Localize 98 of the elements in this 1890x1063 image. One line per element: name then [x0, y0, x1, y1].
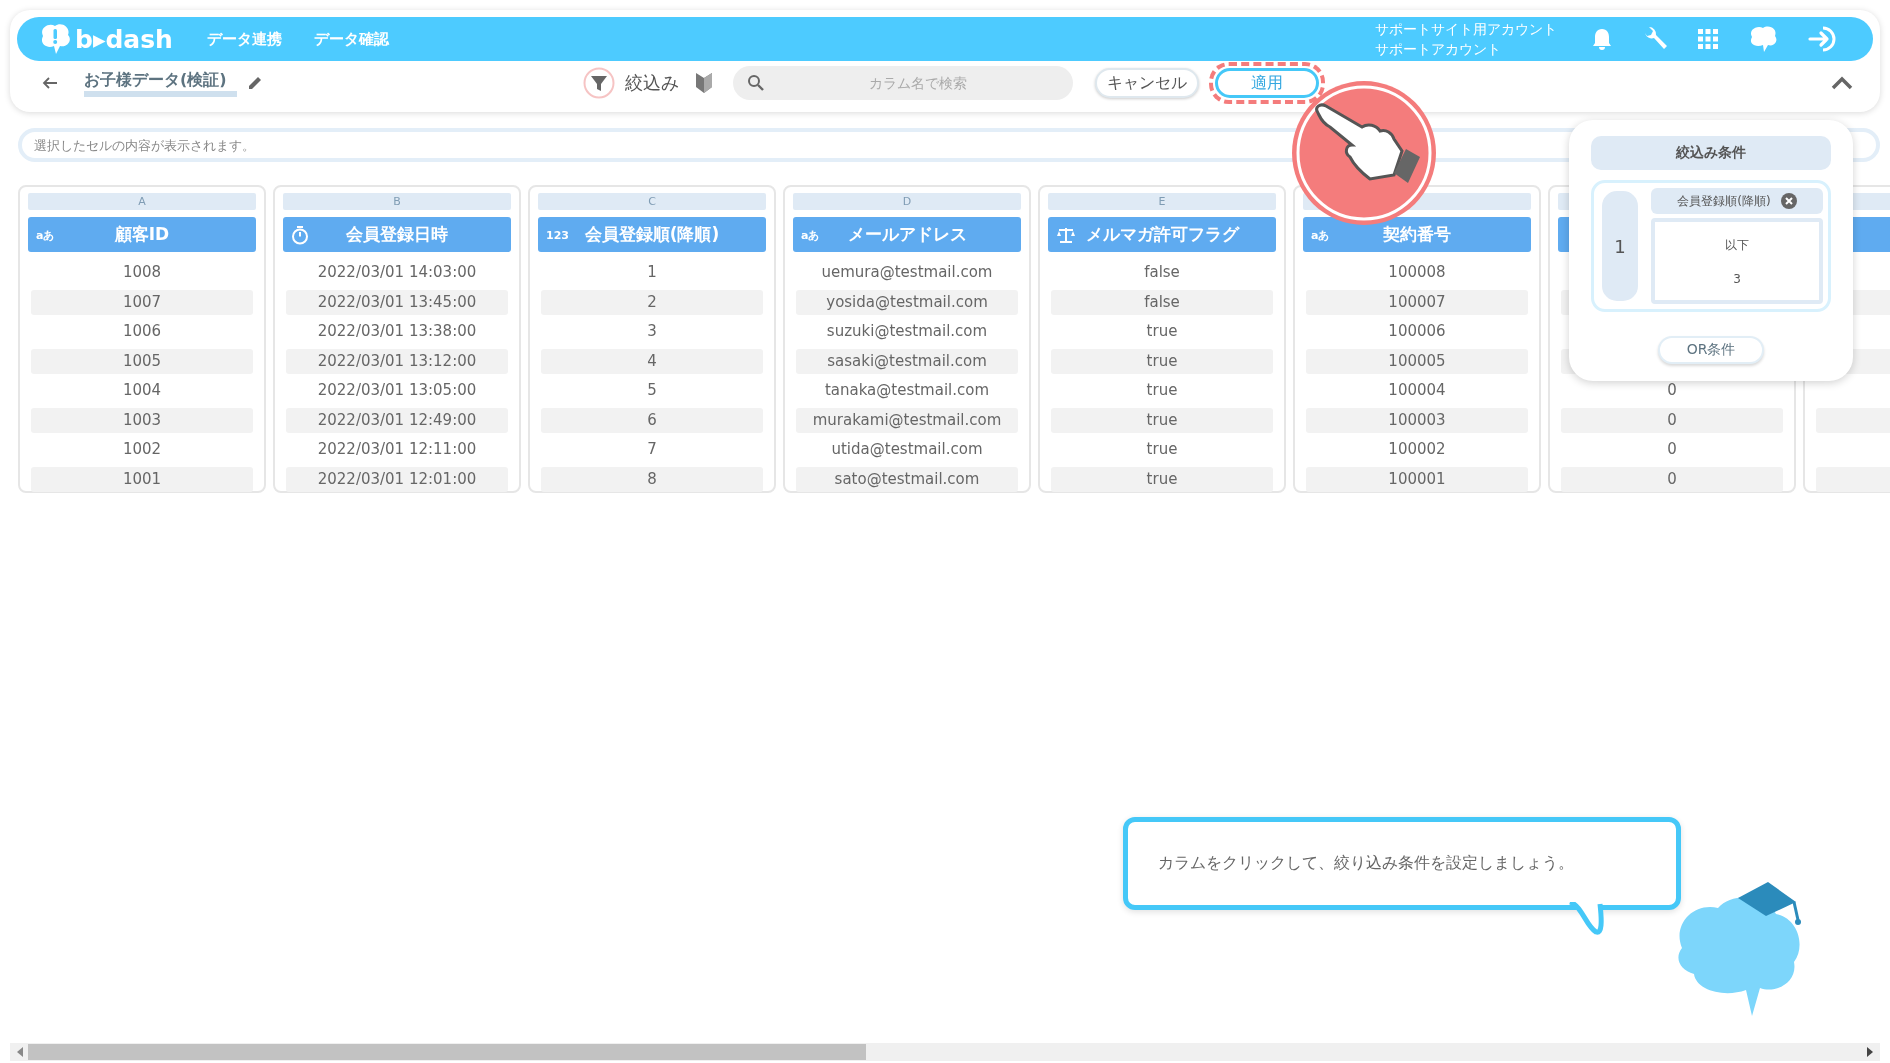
table-cell[interactable]: 0 [1561, 466, 1783, 492]
table-cell[interactable]: 2022/03/01 12:11:00 [286, 437, 508, 462]
condition-value: 3 [1733, 271, 1741, 286]
table-cell[interactable]: 100004 [1306, 378, 1528, 403]
table-cell[interactable]: 3 [541, 319, 763, 344]
close-icon[interactable] [1780, 193, 1797, 209]
tip-text: カラムをクリックして、絞り込み条件を設定しましょう。 [1158, 853, 1574, 874]
group-number: 1 [1599, 188, 1641, 304]
column-letter: E [1158, 195, 1166, 208]
type-label: aあ [801, 227, 820, 242]
table-cell[interactable]: uemura@testmail.com [796, 260, 1018, 285]
table-cell[interactable]: 2022/03/01 13:38:00 [286, 319, 508, 344]
table-cell[interactable]: 2022/03/01 13:45:00 [286, 289, 508, 315]
apply-button[interactable]: 適用 [1214, 68, 1319, 99]
data-title: お子様データ(検証) [84, 69, 237, 98]
table-cell[interactable]: 1003 [31, 407, 253, 433]
table-cell[interactable]: 100002 [1306, 437, 1528, 462]
table-cell[interactable]: 4 [541, 348, 763, 374]
cancel-button[interactable]: キャンセル [1094, 68, 1199, 99]
table-cell[interactable]: 100003 [1306, 407, 1528, 433]
table-cell[interactable]: true [1051, 466, 1273, 492]
table-cell[interactable]: 6 [541, 407, 763, 433]
table-cell[interactable]: 1004 [31, 378, 253, 403]
table-cell[interactable]: 0 [1561, 407, 1783, 433]
column-name: 会員登録日時 [346, 223, 448, 246]
table-cell[interactable]: 2022/03/01 12:01:00 [286, 466, 508, 492]
pencil-icon[interactable] [246, 75, 263, 92]
table-cell[interactable]: utida@testmail.com [796, 437, 1018, 462]
table-cell[interactable]: 100008 [1306, 260, 1528, 285]
table-cell[interactable]: 1002 [31, 437, 253, 462]
table-cell[interactable]: 2022/03/01 12:49:00 [286, 407, 508, 433]
column-letter: B [393, 195, 401, 208]
collapse-icon[interactable] [1831, 76, 1853, 91]
column-name: 顧客ID [114, 223, 170, 246]
table-cell[interactable]: 1007 [31, 289, 253, 315]
table-cell[interactable]: 2022/03/01 14:03:00 [286, 260, 508, 285]
table-cell[interactable]: true [1051, 348, 1273, 374]
shield-icon[interactable] [694, 71, 713, 96]
bell-icon[interactable] [1591, 27, 1613, 52]
table-cell[interactable]: 2022/03/01 13:05:00 [286, 378, 508, 403]
scroll-left-icon[interactable] [16, 1047, 24, 1057]
panel-title: 絞込み条件 [1591, 136, 1831, 170]
table-cell[interactable]: true [1051, 407, 1273, 433]
table-cell[interactable]: 0 [1561, 378, 1783, 403]
stopwatch-icon [291, 224, 309, 245]
column-name: 契約番号 [1383, 223, 1451, 246]
table-cell[interactable]: true [1051, 437, 1273, 462]
table-cell[interactable]: 100005 [1306, 348, 1528, 374]
table-cell[interactable]: suzuki@testmail.com [796, 319, 1018, 344]
condition-box[interactable]: 以下 3 [1651, 218, 1823, 304]
table-cell[interactable]: 100006 [1306, 319, 1528, 344]
type-label: 123 [546, 228, 569, 241]
table-cell[interactable]: 1 [541, 260, 763, 285]
table-cell[interactable]: 1005 [31, 348, 253, 374]
column-name: メルマガ許可フラグ [1085, 223, 1239, 246]
scale-icon [1056, 225, 1076, 244]
table-cell[interactable]: 5 [541, 378, 763, 403]
back-arrow-icon[interactable] [42, 76, 58, 91]
table-cell[interactable]: false [1051, 260, 1273, 285]
condition-operator: 以下 [1725, 236, 1749, 254]
type-label: aあ [1311, 227, 1330, 242]
table-cell[interactable]: 0 [1561, 437, 1783, 462]
table-cell[interactable]: tanaka@testmail.com [796, 378, 1018, 403]
column-letter: D [902, 195, 912, 208]
table-cell[interactable]: 1008 [31, 260, 253, 285]
filter-icon[interactable] [582, 67, 615, 100]
scrollbar-thumb[interactable] [28, 1044, 866, 1060]
condition-column-name: 会員登録順(降順) [1677, 192, 1771, 210]
type-label: aあ [36, 227, 55, 242]
account-name: サポートサイト用アカウント [1375, 20, 1557, 40]
table-cell[interactable]: false [1051, 289, 1273, 315]
table-cell[interactable]: 100007 [1306, 289, 1528, 315]
filter-label: 絞込み [624, 71, 679, 96]
table-cell[interactable]: 7 [541, 437, 763, 462]
table-cell[interactable]: 1006 [31, 319, 253, 344]
table-cell[interactable]: true [1051, 319, 1273, 344]
column-name: メールアドレス [847, 223, 967, 246]
scroll-right-icon[interactable] [1866, 1047, 1874, 1057]
table-cell[interactable]: murakami@testmail.com [796, 407, 1018, 433]
table-cell[interactable]: yosida@testmail.com [796, 289, 1018, 315]
table-cell[interactable]: 100001 [1306, 466, 1528, 492]
column-letter: A [138, 195, 146, 208]
table-cell[interactable]: sato@testmail.com [796, 466, 1018, 492]
table-cell[interactable]: 2 [541, 289, 763, 315]
condition-column[interactable]: 会員登録順(降順) [1651, 188, 1823, 214]
column-letter: C [648, 195, 656, 208]
table-cell[interactable]: true [1051, 378, 1273, 403]
or-condition-button[interactable]: OR条件 [1658, 336, 1764, 364]
grid-icon[interactable] [1697, 28, 1719, 51]
horizontal-scrollbar[interactable] [10, 1043, 1880, 1061]
search-field[interactable]: カラム名で検索 [732, 66, 1073, 101]
table-cell[interactable]: 2022/03/01 13:12:00 [286, 348, 508, 374]
account-name: サポートアカウント [1375, 40, 1502, 60]
search-icon [746, 74, 765, 93]
column-name: 会員登録順(降順) [584, 223, 720, 246]
table-cell[interactable]: sasaki@testmail.com [796, 348, 1018, 374]
table-cell[interactable]: 1001 [31, 466, 253, 492]
table-cell[interactable]: 8 [541, 466, 763, 492]
